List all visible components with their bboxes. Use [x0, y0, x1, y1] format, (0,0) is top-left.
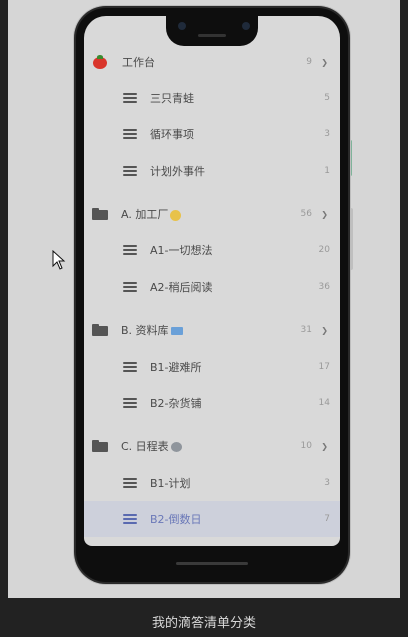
list-item-count: 1 [324, 166, 330, 176]
chevron-down-icon[interactable]: ❯ [321, 58, 328, 67]
mouse-cursor-icon [52, 250, 66, 270]
group-label: A. 加工厂 [121, 208, 169, 221]
group-label-wrap: A. 加工厂 [121, 206, 182, 222]
group-label: C. 日程表 [121, 440, 169, 453]
menu-icon [122, 362, 138, 372]
group-count: 31 [300, 325, 312, 335]
front-camera-icon [242, 22, 250, 30]
chevron-down-icon[interactable]: ❯ [321, 210, 328, 219]
list-item[interactable]: B2-杂货铺 14 [84, 385, 340, 421]
caption-text: 我的滴答清单分类 [0, 598, 408, 637]
list-item-label: 循环事项 [150, 128, 194, 141]
list-item-label: A1-一切想法 [150, 244, 213, 257]
smile-emoji-icon [170, 209, 182, 221]
menu-icon [122, 129, 138, 139]
list-item[interactable]: B1-计划 3 [84, 465, 340, 501]
list-group-c[interactable]: C. 日程表 10 ❯ [84, 428, 340, 464]
group-count: 9 [306, 57, 312, 67]
list-item-label: B1-避难所 [150, 361, 202, 374]
list-item-count: 20 [318, 245, 330, 255]
menu-icon [122, 514, 138, 524]
group-label-wrap: B. 资料库 [121, 322, 183, 338]
menu-icon [122, 398, 138, 408]
menu-icon [122, 166, 138, 176]
list-item[interactable]: 计划外事件 1 [84, 153, 340, 189]
earpiece-speaker [198, 34, 226, 37]
menu-icon [122, 282, 138, 292]
list-group-b[interactable]: B. 资料库 31 ❯ [84, 312, 340, 348]
front-camera-icon [178, 22, 186, 30]
list-item-label: B2-杂货铺 [150, 397, 202, 410]
list-item-count: 36 [318, 282, 330, 292]
list-item[interactable]: A2-稍后阅读 36 [84, 269, 340, 305]
folder-icon [92, 440, 108, 452]
list-item[interactable]: B1-避难所 17 [84, 349, 340, 385]
list-item-count: 14 [318, 398, 330, 408]
list-item-count: 7 [324, 514, 330, 524]
group-label-wrap: C. 日程表 [121, 438, 182, 454]
phone-power-button [349, 140, 352, 176]
menu-icon [122, 93, 138, 103]
group-label: B. 资料库 [121, 324, 169, 337]
memo-emoji-icon [170, 327, 183, 335]
chevron-down-icon[interactable]: ❯ [321, 326, 328, 335]
list-item-label: B2-倒数日 [150, 513, 202, 526]
koala-emoji-icon [170, 442, 182, 452]
list-item-count: 17 [318, 362, 330, 372]
menu-icon [122, 478, 138, 488]
phone-notch [166, 16, 258, 46]
list-item-label: 三只青蛙 [150, 92, 194, 105]
home-indicator-bar [176, 562, 248, 565]
group-count: 10 [300, 441, 312, 451]
list-item[interactable]: 循环事项 3 [84, 116, 340, 152]
list-item-selected[interactable]: B2-倒数日 7 [84, 501, 340, 537]
list-item-count: 3 [324, 129, 330, 139]
phone-volume-button [349, 208, 353, 270]
folder-icon [92, 208, 108, 220]
list-item-count: 5 [324, 93, 330, 103]
menu-icon [122, 245, 138, 255]
chevron-down-icon[interactable]: ❯ [321, 442, 328, 451]
list-item[interactable]: A1-一切想法 20 [84, 232, 340, 268]
list-item-label: 计划外事件 [150, 165, 205, 178]
tomato-icon [92, 55, 108, 69]
phone-screen: 工作台 9 ❯ 三只青蛙 5 循环事项 3 计划外事件 1 A. 加工厂 56 … [84, 16, 340, 546]
list-item[interactable]: 三只青蛙 5 [84, 80, 340, 116]
folder-icon [92, 324, 108, 336]
list-item-label: B1-计划 [150, 477, 191, 490]
list-item-count: 3 [324, 478, 330, 488]
group-count: 56 [300, 209, 312, 219]
list-item-label: A2-稍后阅读 [150, 281, 213, 294]
list-group-a[interactable]: A. 加工厂 56 ❯ [84, 196, 340, 232]
list-group-workbench[interactable]: 工作台 9 ❯ [84, 44, 340, 80]
group-label: 工作台 [122, 56, 155, 69]
